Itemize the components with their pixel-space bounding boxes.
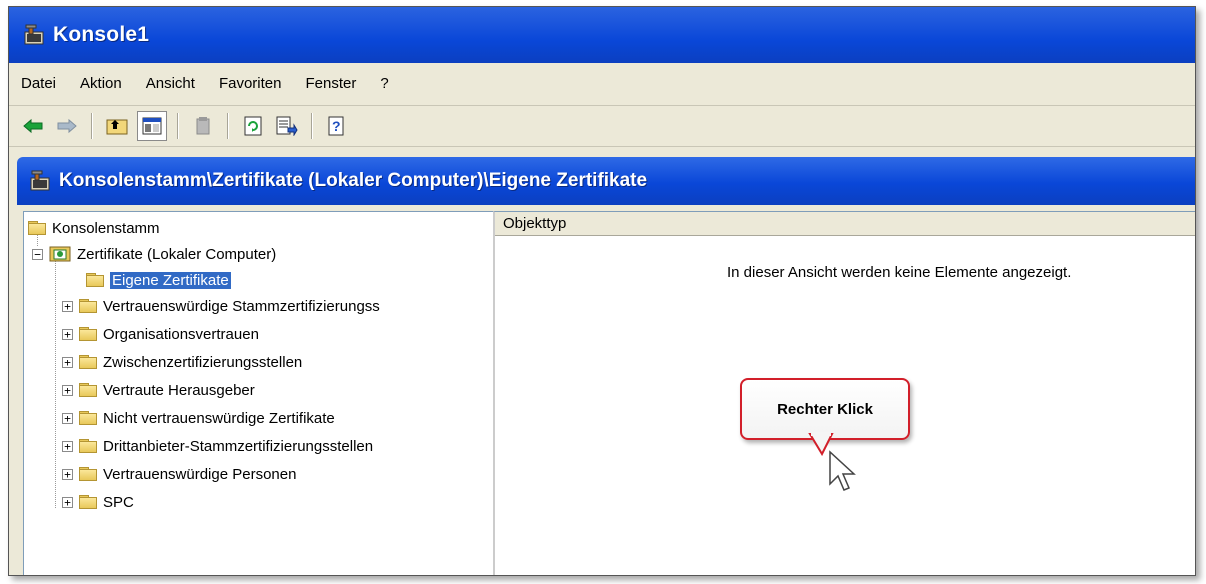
tree-item-label-selected: Eigene Zertifikate bbox=[110, 271, 231, 289]
console-child-window: Konsolenstamm\Zertifikate (Lokaler Compu… bbox=[17, 153, 1195, 575]
mmc-window: Konsole1 Datei Aktion Ansicht Favoriten … bbox=[8, 6, 1196, 576]
tree-item-label: Zertifikate (Lokaler Computer) bbox=[77, 245, 277, 263]
mmc-app-icon bbox=[29, 170, 51, 192]
folder-icon bbox=[79, 299, 97, 313]
help-button[interactable]: ? bbox=[323, 112, 351, 140]
mouse-cursor-icon bbox=[829, 450, 856, 491]
show-hide-tree-button[interactable] bbox=[137, 110, 167, 141]
right-click-callout: Rechter Klick bbox=[740, 378, 910, 440]
svg-text:?: ? bbox=[332, 118, 341, 134]
tree-item-spc[interactable]: + SPC bbox=[62, 490, 134, 514]
tree-item-label: Konsolenstamm bbox=[52, 219, 160, 237]
expand-toggle-icon[interactable]: + bbox=[62, 468, 73, 480]
menu-favoriten[interactable]: Favoriten bbox=[207, 63, 294, 105]
expand-toggle-icon[interactable]: + bbox=[62, 300, 73, 312]
expand-toggle-icon[interactable]: + bbox=[62, 356, 73, 368]
tree-item-vertrauenswuerdige-personen[interactable]: + Vertrauenswürdige Personen bbox=[62, 462, 296, 486]
folder-icon bbox=[79, 327, 97, 341]
menu-help[interactable]: ? bbox=[368, 63, 400, 105]
up-level-button[interactable] bbox=[103, 112, 131, 140]
tree-item-label: Nicht vertrauenswürdige Zertifikate bbox=[103, 409, 335, 427]
folder-icon bbox=[79, 439, 97, 453]
tree-item-konsolenstamm[interactable]: Konsolenstamm bbox=[28, 216, 160, 240]
window-titlebar[interactable]: Konsole1 bbox=[9, 7, 1195, 63]
callout-text: Rechter Klick bbox=[777, 400, 873, 418]
toolbar: ? bbox=[9, 105, 1195, 147]
folder-icon bbox=[79, 467, 97, 481]
export-list-icon bbox=[276, 116, 298, 136]
help-icon: ? bbox=[328, 116, 344, 135]
expand-toggle-icon[interactable]: + bbox=[62, 496, 73, 508]
console-child-titlebar[interactable]: Konsolenstamm\Zertifikate (Lokaler Compu… bbox=[17, 157, 1195, 205]
tree-item-label: Vertrauenswürdige Personen bbox=[103, 465, 297, 483]
toolbar-separator bbox=[227, 112, 229, 139]
refresh-icon bbox=[244, 116, 262, 135]
tree-item-nicht-vertrauenswuerdige-zertifikate[interactable]: + Nicht vertrauenswürdige Zertifikate bbox=[62, 406, 335, 430]
tree-item-zertifikate[interactable]: − Zertifikate (Lokaler Computer) bbox=[32, 242, 276, 266]
export-list-button[interactable] bbox=[273, 112, 301, 140]
menu-fenster[interactable]: Fenster bbox=[293, 63, 368, 105]
up-level-icon bbox=[106, 119, 128, 134]
tree-connector bbox=[55, 256, 56, 508]
menu-ansicht[interactable]: Ansicht bbox=[134, 63, 207, 105]
expand-toggle-icon[interactable]: + bbox=[62, 328, 73, 340]
console-tree-pane[interactable]: Konsolenstamm − Zertifikate (Lokaler Com… bbox=[23, 211, 495, 575]
toolbar-separator bbox=[91, 112, 93, 139]
refresh-button[interactable] bbox=[239, 112, 267, 140]
folder-icon bbox=[79, 355, 97, 369]
column-header-objekttyp[interactable]: Objekttyp bbox=[495, 212, 1195, 236]
tree-item-label: Zwischenzertifizierungsstellen bbox=[103, 353, 303, 371]
tree-item-organisationsvertrauen[interactable]: + Organisationsvertrauen bbox=[62, 322, 259, 346]
forward-arrow-icon bbox=[57, 118, 77, 133]
collapse-toggle-icon[interactable]: − bbox=[32, 248, 43, 260]
show-hide-tree-icon bbox=[142, 117, 162, 134]
certificate-store-icon bbox=[49, 246, 71, 262]
tree-item-zwischenzertifizierungsstellen[interactable]: + Zwischenzertifizierungsstellen bbox=[62, 350, 302, 374]
folder-icon bbox=[79, 495, 97, 509]
empty-view-message: In dieser Ansicht werden keine Elemente … bbox=[727, 264, 1072, 281]
tree-item-drittanbieter-stammzertifizierungsstellen[interactable]: + Drittanbieter-Stammzertifizierungsstel… bbox=[62, 434, 373, 458]
window-title: Konsole1 bbox=[53, 23, 150, 46]
toolbar-separator bbox=[177, 112, 179, 139]
tree-item-vertraute-herausgeber[interactable]: + Vertraute Herausgeber bbox=[62, 378, 255, 402]
menu-aktion[interactable]: Aktion bbox=[68, 63, 134, 105]
delete-button[interactable] bbox=[189, 112, 217, 140]
folder-icon bbox=[79, 383, 97, 397]
mmc-app-icon bbox=[23, 24, 45, 46]
expand-toggle-icon[interactable]: + bbox=[62, 440, 73, 452]
tree-item-label: Organisationsvertrauen bbox=[103, 325, 259, 343]
tree-item-label: Vertrauenswürdige Stammzertifizierungss bbox=[103, 297, 380, 315]
folder-icon bbox=[79, 411, 97, 425]
delete-icon bbox=[196, 116, 210, 134]
forward-button[interactable] bbox=[53, 112, 81, 140]
open-folder-icon bbox=[86, 273, 104, 287]
expand-toggle-icon[interactable]: + bbox=[62, 384, 73, 396]
tree-item-label: Vertraute Herausgeber bbox=[103, 381, 255, 399]
expand-toggle-icon[interactable]: + bbox=[62, 412, 73, 424]
tree-item-eigene-zertifikate[interactable]: Eigene Zertifikate bbox=[86, 268, 231, 292]
console-path-title: Konsolenstamm\Zertifikate (Lokaler Compu… bbox=[59, 170, 648, 191]
menu-datei[interactable]: Datei bbox=[9, 63, 68, 105]
tree-item-label: SPC bbox=[103, 493, 134, 511]
tree-item-vertrauenswuerdige-stammzertifizierungsstellen[interactable]: + Vertrauenswürdige Stammzertifizierungs… bbox=[62, 294, 380, 318]
back-arrow-icon bbox=[23, 118, 43, 133]
toolbar-separator bbox=[311, 112, 313, 139]
folder-icon bbox=[28, 221, 46, 235]
back-button[interactable] bbox=[19, 112, 47, 140]
menu-bar: Datei Aktion Ansicht Favoriten Fenster ? bbox=[9, 63, 1195, 106]
tree-item-label: Drittanbieter-Stammzertifizierungsstelle… bbox=[103, 437, 374, 455]
